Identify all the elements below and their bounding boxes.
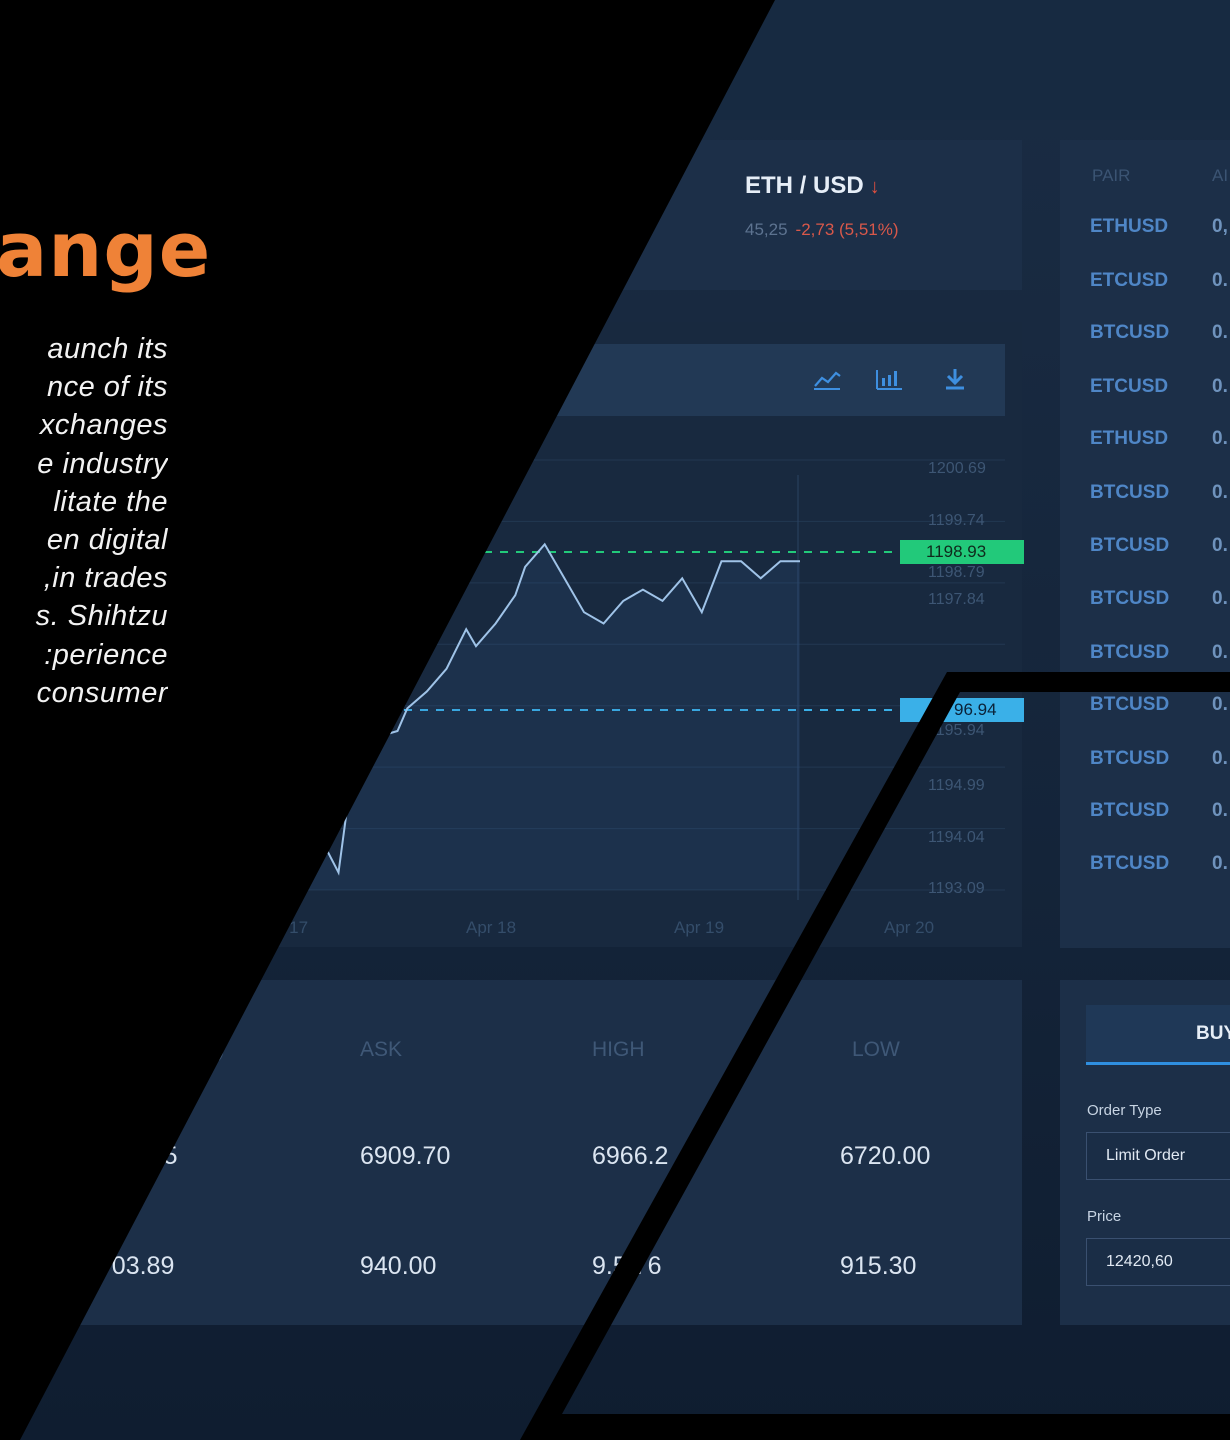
promo-title: ange (0, 205, 212, 294)
promo-line: aunch its (47, 333, 168, 365)
promo-line: nce of its (46, 371, 168, 404)
promo-line: s. Shihtzu (35, 600, 168, 633)
promo-line: consumer (36, 676, 168, 709)
promo-line: en digital (46, 523, 168, 556)
promo-line: perience: (44, 638, 168, 671)
promo-line: in trades, (43, 562, 168, 595)
promo-line: xchanges (39, 409, 168, 442)
promo-line: e industry (37, 447, 168, 480)
promo-line: litate the (53, 485, 168, 518)
promo-panel: ange aunch its nce of its xchanges e ind… (0, 0, 1230, 1440)
promo-text: aunch its nce of its xchanges e industry… (0, 330, 168, 712)
